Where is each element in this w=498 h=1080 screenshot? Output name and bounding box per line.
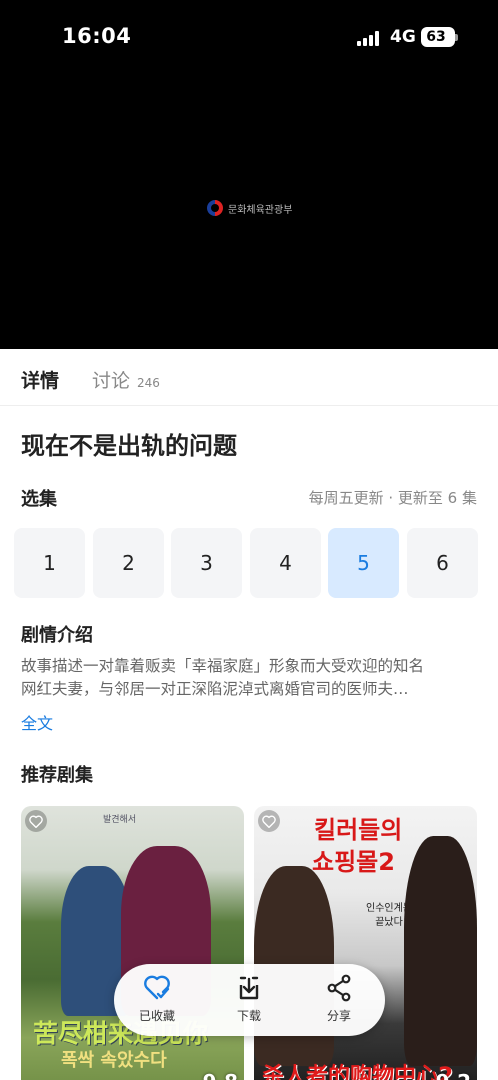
ministry-logo-icon — [207, 200, 223, 216]
plot-heading: 剧情介绍 — [21, 625, 93, 646]
plot-summary: 故事描述一对靠着贩卖「幸福家庭」形象而大受欢迎的知名 网红夫妻，与邻居一对正深陷… — [21, 655, 477, 701]
episodes-heading: 选集 — [21, 489, 57, 510]
poster-bottom-title: 杀人者的购物中心2 — [262, 1064, 454, 1080]
signal-icon — [357, 30, 383, 46]
download-label: 下载 — [236, 1009, 261, 1023]
poster-title-line1: 킬러들의 — [314, 816, 403, 844]
episode-button-4[interactable]: 4 — [250, 528, 321, 598]
heart-check-icon — [144, 975, 170, 1000]
video-watermark: 문화체육관광부 — [207, 199, 292, 217]
recommend-heading: 推荐剧集 — [21, 765, 93, 786]
recommend-card-2[interactable]: 킬러들의 쇼핑몰2 인수인계는 끝났다 杀人者的购物中心2 9.2 — [254, 806, 477, 1080]
share-label: 分享 — [326, 1009, 351, 1023]
favorite-label: 已收藏 — [138, 1009, 175, 1023]
discussion-count: 246 — [137, 376, 160, 390]
poster-title-line2: 쇼핑몰2 — [312, 848, 395, 876]
status-time: 16:04 — [62, 24, 132, 48]
read-more-link[interactable]: 全文 — [21, 710, 53, 734]
show-title: 现在不是出轨的问题 — [21, 432, 237, 460]
share-icon — [327, 974, 351, 1002]
poster-subtitle: 폭싹 속았수다 — [61, 1050, 167, 1071]
tab-discussion[interactable]: 讨论 — [92, 366, 130, 393]
episodes-schedule[interactable]: 每周五更新 · 更新至 6 集 — [309, 487, 477, 508]
network-type: 4G — [390, 27, 416, 47]
card-score: 9.8 — [203, 1070, 238, 1080]
detail-tabs: 详情 讨论 246 — [0, 349, 498, 406]
episode-button-1[interactable]: 1 — [14, 528, 85, 598]
status-bar: 16:04 4G 63 — [0, 0, 498, 74]
download-button[interactable]: 下载 — [214, 974, 284, 1030]
episode-button-6[interactable]: 6 — [407, 528, 478, 598]
plot-line-1: 故事描述一对靠着贩卖「幸福家庭」形象而大受欢迎的知名 — [21, 657, 425, 675]
battery-level: 63 — [426, 29, 446, 45]
poster-figure — [404, 836, 477, 1066]
favorite-icon[interactable] — [25, 810, 47, 832]
episode-button-5[interactable]: 5 — [328, 528, 399, 598]
plot-line-2: 网红夫妻，与邻居一对正深陷泥淖式离婚官司的医师夫… — [21, 680, 409, 698]
recommend-card-1[interactable]: 발견해서 苦尽柑来遇见你 폭싹 속았수다 9.8 — [21, 806, 244, 1080]
tab-details[interactable]: 详情 — [21, 366, 59, 393]
favorite-button[interactable]: 已收藏 — [122, 974, 192, 1030]
share-button[interactable]: 分享 — [304, 974, 374, 1030]
battery-tip — [455, 34, 458, 41]
watermark-text: 문화체육관광부 — [228, 204, 293, 216]
episode-button-3[interactable]: 3 — [171, 528, 242, 598]
episode-button-2[interactable]: 2 — [93, 528, 164, 598]
poster-top-text: 발견해서 — [103, 815, 137, 825]
video-player[interactable]: 16:04 4G 63 문화체육관광부 — [0, 0, 498, 349]
battery-icon: 63 — [421, 27, 455, 47]
action-bar: 已收藏 下载 分享 — [114, 964, 385, 1036]
download-icon — [239, 976, 259, 1000]
favorite-icon[interactable] — [258, 810, 280, 832]
card-score: 9.2 — [436, 1070, 471, 1080]
episode-list: 1 2 3 4 5 6 — [0, 528, 498, 598]
